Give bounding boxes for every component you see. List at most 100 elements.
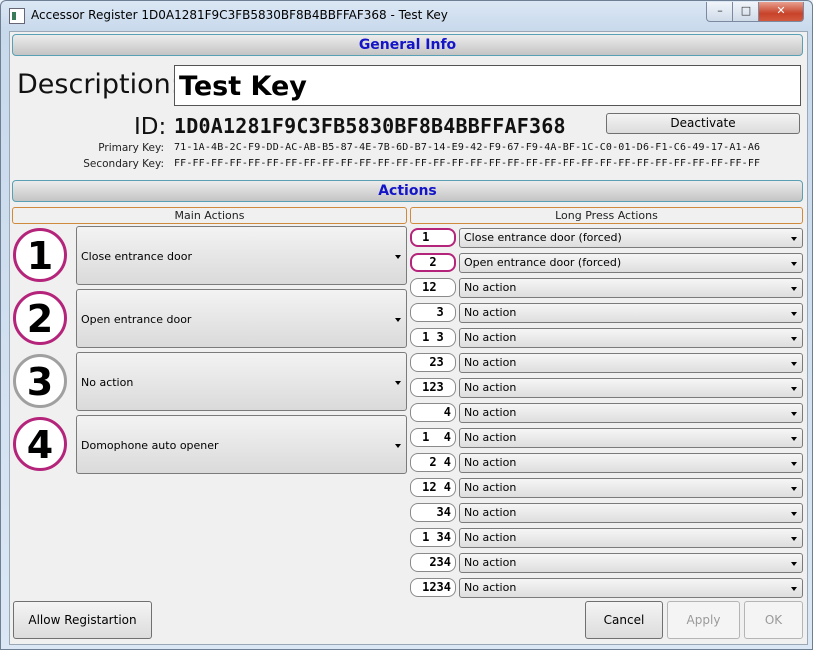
long-press-combo-4: 3 xyxy=(410,303,456,322)
minimize-button[interactable]: – xyxy=(706,2,734,22)
chevron-down-icon xyxy=(791,312,797,316)
general-info-header: General Info xyxy=(12,34,803,56)
long-press-select-8[interactable]: No action xyxy=(459,403,803,423)
long-press-select-5[interactable]: No action xyxy=(459,328,803,348)
long-press-value-6: No action xyxy=(464,356,517,369)
long-press-combo-13: 1 34 xyxy=(410,528,456,547)
chevron-down-icon xyxy=(791,287,797,291)
long-press-value-4: No action xyxy=(464,306,517,319)
long-press-combo-2: 2 xyxy=(410,253,456,272)
chevron-down-icon xyxy=(791,412,797,416)
main-action-2-number: 2 xyxy=(13,291,67,345)
long-press-combo-5: 1 3 xyxy=(410,328,456,347)
main-action-4-select[interactable]: Domophone auto opener xyxy=(76,415,407,474)
long-press-combo-6: 23 xyxy=(410,353,456,372)
title-bar: Accessor Register 1D0A1281F9C3FB5830BF8B… xyxy=(1,1,812,31)
long-press-combo-1: 1 xyxy=(410,228,456,247)
main-action-2-value: Open entrance door xyxy=(81,313,192,326)
long-press-select-15[interactable]: No action xyxy=(459,578,803,598)
chevron-down-icon xyxy=(395,318,401,322)
close-button[interactable]: ✕ xyxy=(758,2,804,22)
long-press-select-7[interactable]: No action xyxy=(459,378,803,398)
main-action-1-number: 1 xyxy=(13,228,67,282)
chevron-down-icon xyxy=(791,562,797,566)
long-press-combo-11: 12 4 xyxy=(410,478,456,497)
chevron-down-icon xyxy=(791,587,797,591)
long-press-select-4[interactable]: No action xyxy=(459,303,803,323)
chevron-down-icon xyxy=(791,462,797,466)
chevron-down-icon xyxy=(791,237,797,241)
maximize-button[interactable]: □ xyxy=(732,2,760,22)
long-press-value-10: No action xyxy=(464,456,517,469)
long-press-value-3: No action xyxy=(464,281,517,294)
description-label: Description: xyxy=(17,69,180,100)
main-action-3-value: No action xyxy=(81,376,134,389)
long-press-value-8: No action xyxy=(464,406,517,419)
long-press-select-3[interactable]: No action xyxy=(459,278,803,298)
long-press-value-15: No action xyxy=(464,581,517,594)
long-press-value-13: No action xyxy=(464,531,517,544)
long-press-combo-9: 1 4 xyxy=(410,428,456,447)
main-action-1-value: Close entrance door xyxy=(81,250,193,263)
long-press-combo-14: 234 xyxy=(410,553,456,572)
chevron-down-icon xyxy=(791,437,797,441)
chevron-down-icon xyxy=(791,337,797,341)
id-label: ID: xyxy=(134,114,167,140)
long-press-value-14: No action xyxy=(464,556,517,569)
chevron-down-icon xyxy=(791,387,797,391)
main-action-3-select[interactable]: No action xyxy=(76,352,407,411)
long-press-combo-10: 2 4 xyxy=(410,453,456,472)
long-press-combo-12: 34 xyxy=(410,503,456,522)
main-action-2-select[interactable]: Open entrance door xyxy=(76,289,407,348)
chevron-down-icon xyxy=(791,512,797,516)
long-press-value-11: No action xyxy=(464,481,517,494)
primary-key-value: 71-1A-4B-2C-F9-DD-AC-AB-B5-87-4E-7B-6D-B… xyxy=(174,142,761,153)
description-input[interactable]: Test Key xyxy=(174,65,801,106)
window-title: Accessor Register 1D0A1281F9C3FB5830BF8B… xyxy=(31,8,448,22)
main-actions-header: Main Actions xyxy=(12,207,407,224)
allow-registration-button[interactable]: Allow Registartion xyxy=(13,601,152,639)
chevron-down-icon xyxy=(791,487,797,491)
long-press-select-12[interactable]: No action xyxy=(459,503,803,523)
long-press-select-13[interactable]: No action xyxy=(459,528,803,548)
long-press-value-1: Close entrance door (forced) xyxy=(464,231,622,244)
main-action-4-value: Domophone auto opener xyxy=(81,439,219,452)
chevron-down-icon xyxy=(395,255,401,259)
cancel-button[interactable]: Cancel xyxy=(585,601,663,639)
chevron-down-icon xyxy=(791,362,797,366)
main-action-3-number: 3 xyxy=(13,354,67,408)
long-press-value-7: No action xyxy=(464,381,517,394)
long-press-combo-8: 4 xyxy=(410,403,456,422)
long-press-select-10[interactable]: No action xyxy=(459,453,803,473)
long-press-actions-header: Long Press Actions xyxy=(410,207,803,224)
ok-button[interactable]: OK xyxy=(744,601,803,639)
deactivate-button[interactable]: Deactivate xyxy=(606,113,800,134)
secondary-key-value: FF-FF-FF-FF-FF-FF-FF-FF-FF-FF-FF-FF-FF-F… xyxy=(174,158,761,169)
long-press-select-2[interactable]: Open entrance door (forced) xyxy=(459,253,803,273)
long-press-combo-7: 123 xyxy=(410,378,456,397)
long-press-select-9[interactable]: No action xyxy=(459,428,803,448)
long-press-value-12: No action xyxy=(464,506,517,519)
dialog-body: General Info Description: Test Key ID: 1… xyxy=(9,31,808,645)
actions-header: Actions xyxy=(12,180,803,202)
long-press-select-11[interactable]: No action xyxy=(459,478,803,498)
chevron-down-icon xyxy=(791,262,797,266)
long-press-select-1[interactable]: Close entrance door (forced) xyxy=(459,228,803,248)
main-action-4-number: 4 xyxy=(13,417,67,471)
app-icon xyxy=(9,8,25,24)
id-value: 1D0A1281F9C3FB5830BF8B4BBFFAF368 xyxy=(174,114,566,138)
window: Accessor Register 1D0A1281F9C3FB5830BF8B… xyxy=(0,0,813,650)
chevron-down-icon xyxy=(395,381,401,385)
long-press-combo-15: 1234 xyxy=(410,578,456,597)
primary-key-label: Primary Key: xyxy=(98,142,164,154)
secondary-key-label: Secondary Key: xyxy=(83,158,164,170)
long-press-value-2: Open entrance door (forced) xyxy=(464,256,622,269)
chevron-down-icon xyxy=(395,444,401,448)
long-press-select-14[interactable]: No action xyxy=(459,553,803,573)
long-press-select-6[interactable]: No action xyxy=(459,353,803,373)
main-action-1-select[interactable]: Close entrance door xyxy=(76,226,407,285)
apply-button[interactable]: Apply xyxy=(667,601,740,639)
chevron-down-icon xyxy=(791,537,797,541)
long-press-value-5: No action xyxy=(464,331,517,344)
long-press-value-9: No action xyxy=(464,431,517,444)
